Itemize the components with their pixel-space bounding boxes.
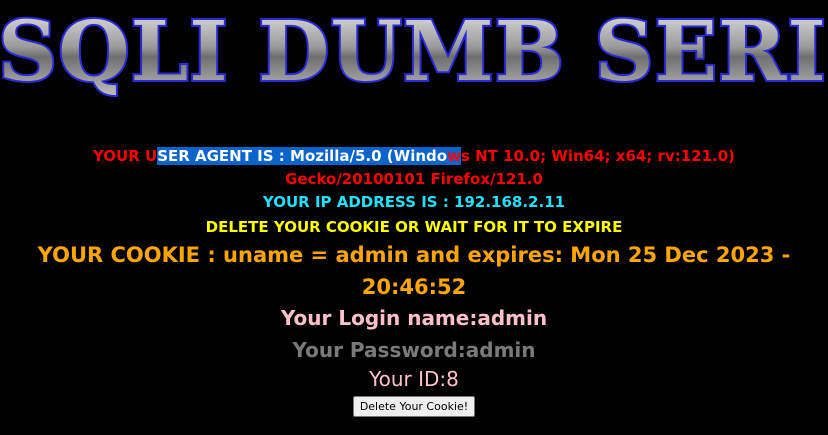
- delete-cookie-button[interactable]: Delete Your Cookie!: [352, 396, 476, 417]
- login-name: Your Login name:admin: [280, 306, 548, 330]
- banner-image: SQLI DUMB SERIES: [0, 0, 828, 100]
- user-agent-prefix: YOUR U: [92, 147, 158, 165]
- user-agent-rest: s NT 10.0; Win64; x64; rv:121.0): [460, 147, 736, 165]
- user-agent-selected: SER AGENT IS : Mozilla/5.0 (Windo: [157, 147, 448, 165]
- user-id: Your ID:8: [369, 367, 459, 391]
- button-container: Delete Your Cookie!: [0, 395, 828, 417]
- password: Your Password:admin: [292, 338, 536, 362]
- user-agent-line-1: YOUR USER AGENT IS : Mozilla/5.0 (Window…: [0, 145, 828, 167]
- cookie-info-line-2: 20:46:52: [361, 275, 467, 299]
- user-agent-selected-tail: w: [447, 147, 461, 165]
- banner-title: SQLI DUMB SERIES: [0, 4, 828, 100]
- delete-cookie-notice: DELETE YOUR COOKIE OR WAIT FOR IT TO EXP…: [205, 218, 623, 236]
- ip-address: YOUR IP ADDRESS IS : 192.168.2.11: [262, 193, 566, 211]
- cookie-info-line-1: YOUR COOKIE : uname = admin and expires:…: [37, 243, 791, 267]
- user-agent-line-2: Gecko/20100101 Firefox/121.0: [285, 170, 543, 188]
